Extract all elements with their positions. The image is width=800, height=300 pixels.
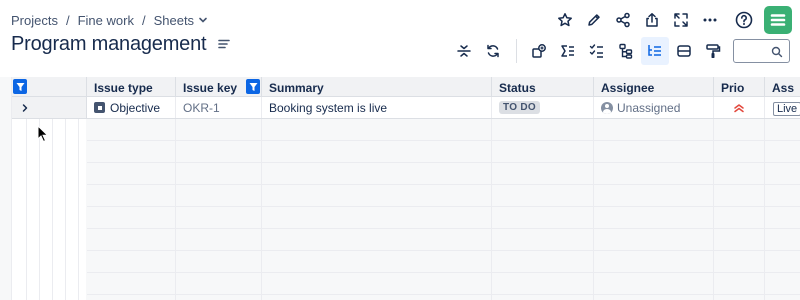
assignee-label: Unassigned xyxy=(617,101,681,115)
filter-icon[interactable] xyxy=(13,79,27,94)
sum-icon[interactable] xyxy=(554,37,582,65)
cell-priority[interactable] xyxy=(714,97,765,118)
export-icon[interactable] xyxy=(638,6,666,34)
toolbar-divider xyxy=(516,39,517,63)
chevron-down-icon[interactable] xyxy=(198,15,208,25)
cell-assignee[interactable]: Unassigned xyxy=(594,97,714,118)
search-icon[interactable] xyxy=(771,45,783,63)
toolbar xyxy=(450,37,728,65)
top-actions xyxy=(550,6,792,34)
objective-icon xyxy=(94,102,105,113)
issue-type-label: Objective xyxy=(110,101,161,115)
fullscreen-icon[interactable] xyxy=(667,6,695,34)
column-header-issue-key[interactable]: Issue key xyxy=(176,77,262,96)
column-header-status[interactable]: Status xyxy=(492,77,594,96)
column-header-extra[interactable]: Ass xyxy=(765,77,800,96)
sheet-grid: Issue type Issue key Summary Status Assi… xyxy=(0,77,800,300)
share-icon[interactable] xyxy=(609,6,637,34)
column-header-summary[interactable]: Summary xyxy=(262,77,492,96)
empty-grid xyxy=(87,119,800,300)
breadcrumb-projects[interactable]: Projects xyxy=(11,13,58,28)
table-header: Issue type Issue key Summary Status Assi… xyxy=(87,77,800,97)
menu-lines-icon[interactable] xyxy=(218,39,231,49)
column-header-label: Issue key xyxy=(183,81,238,95)
format-painter-icon[interactable] xyxy=(699,37,727,65)
app-logo[interactable] xyxy=(764,6,792,34)
breadcrumb-sheets[interactable]: Sheets xyxy=(154,13,194,28)
row-tree-header xyxy=(12,77,86,97)
edit-pencil-icon[interactable] xyxy=(580,6,608,34)
breadcrumb-separator: / xyxy=(65,12,70,28)
chevron-right-icon[interactable] xyxy=(20,101,30,119)
avatar xyxy=(601,102,613,114)
issue-table: Issue type Issue key Summary Status Assi… xyxy=(86,77,800,119)
row-tree-row xyxy=(12,97,86,119)
cell-extra[interactable]: Live xyxy=(765,97,800,118)
column-header-issue-type[interactable]: Issue type xyxy=(87,77,176,96)
checklist-icon[interactable] xyxy=(583,37,611,65)
breadcrumb: Projects / Fine work / Sheets xyxy=(11,11,208,29)
breadcrumb-fine-work[interactable]: Fine work xyxy=(78,13,134,28)
cell-summary[interactable]: Booking system is live xyxy=(262,97,492,118)
mouse-cursor-icon xyxy=(37,124,49,148)
help-icon[interactable] xyxy=(730,6,758,34)
cell-issue-key[interactable]: OKR-1 xyxy=(176,97,262,118)
cell-issue-type[interactable]: Objective xyxy=(87,97,176,118)
extra-value: Live xyxy=(773,102,800,116)
hierarchy-icon[interactable] xyxy=(612,37,640,65)
highest-priority-icon xyxy=(733,101,745,117)
more-icon[interactable] xyxy=(696,6,724,34)
star-icon[interactable] xyxy=(551,6,579,34)
column-header-priority[interactable]: Prio xyxy=(714,77,765,96)
status-badge: TO DO xyxy=(499,101,540,114)
table-row[interactable]: Objective OKR-1 Booking system is live T… xyxy=(87,97,800,119)
column-header-assignee[interactable]: Assignee xyxy=(594,77,714,96)
add-field-icon[interactable] xyxy=(525,37,553,65)
row-tree-panel xyxy=(11,77,86,300)
search-box xyxy=(733,39,790,63)
title-row: Program management xyxy=(11,30,231,58)
cell-status[interactable]: TO DO xyxy=(492,97,594,118)
refresh-icon[interactable] xyxy=(479,37,507,65)
breadcrumb-separator: / xyxy=(141,12,146,28)
filter-icon[interactable] xyxy=(246,79,260,94)
tree-view-icon[interactable] xyxy=(641,37,669,65)
search-input[interactable] xyxy=(734,40,772,62)
collapse-rows-icon[interactable] xyxy=(450,37,478,65)
page-title: Program management xyxy=(11,32,207,55)
row-height-icon[interactable] xyxy=(670,37,698,65)
